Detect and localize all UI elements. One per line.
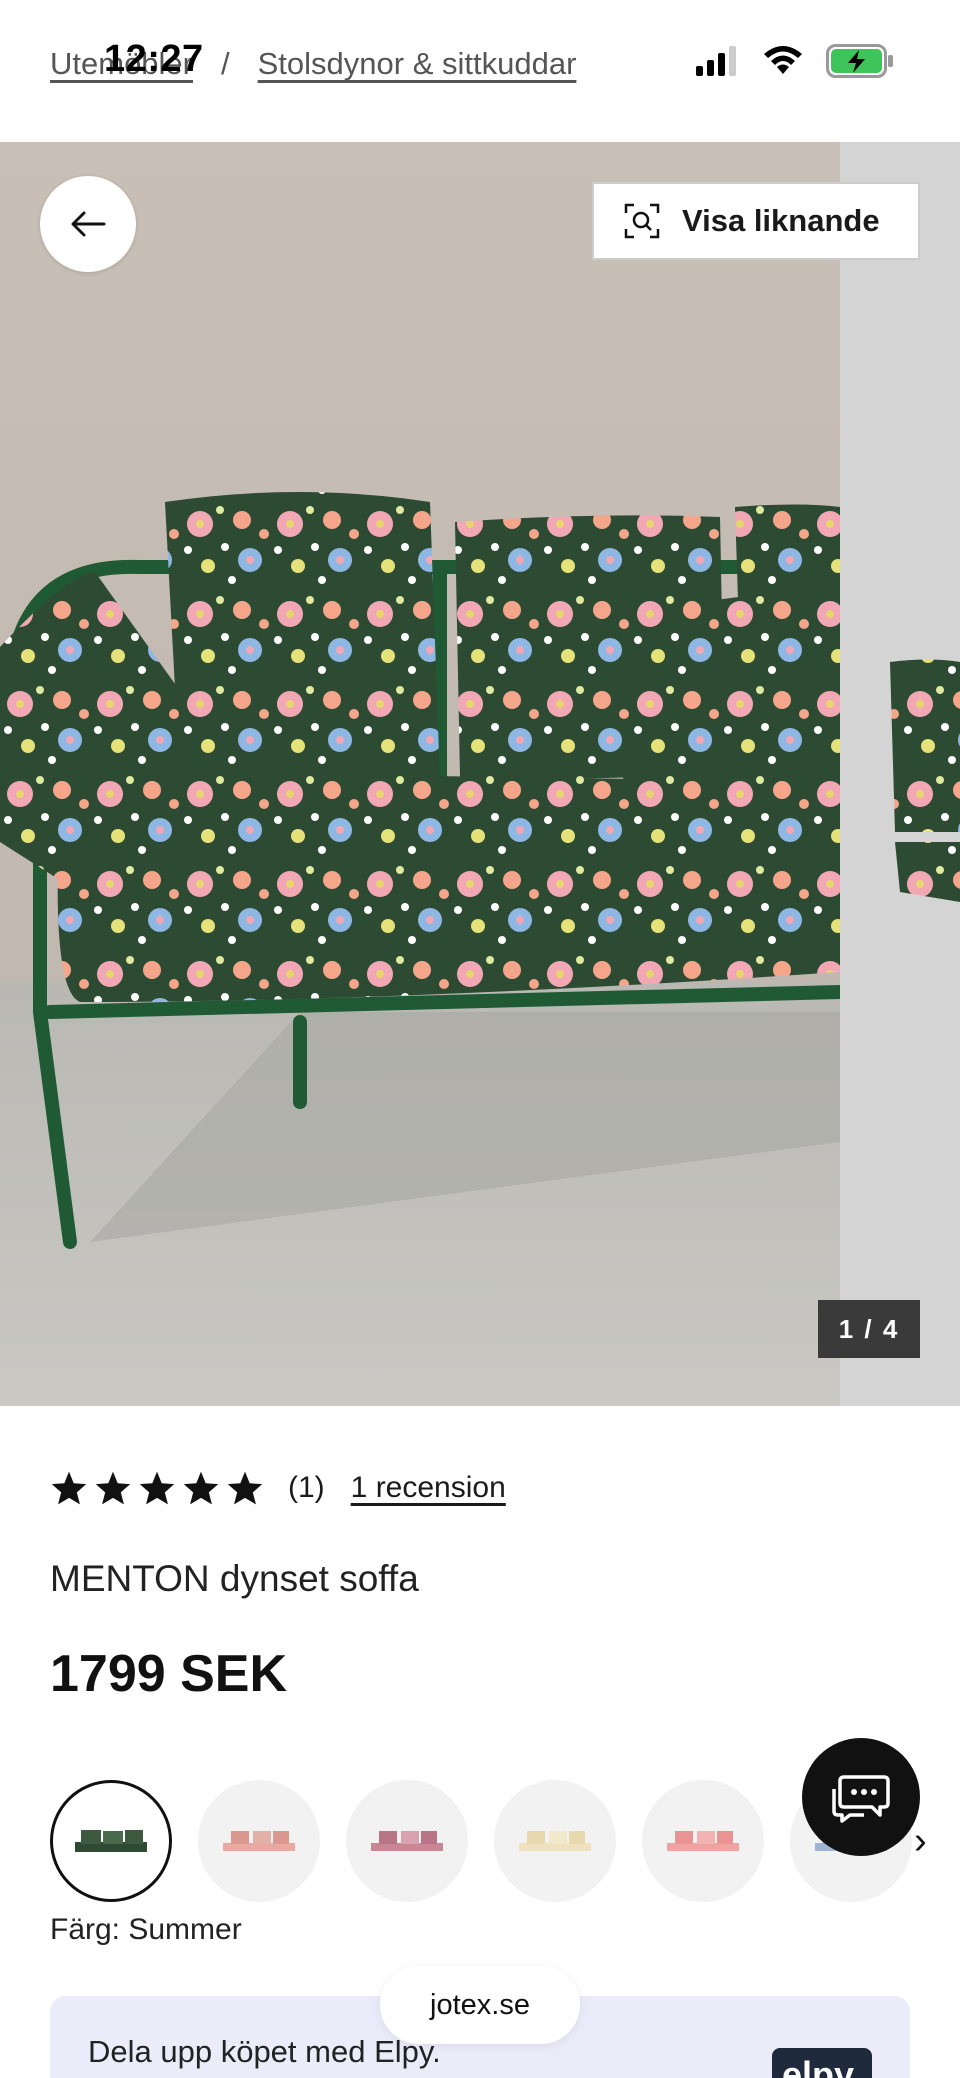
swatch-thumbnail (371, 1831, 443, 1851)
product-photo (0, 142, 960, 1406)
swatch-thumbnail (75, 1830, 147, 1852)
battery-charging-icon (826, 44, 893, 78)
visual-search-icon (624, 203, 660, 239)
rating-row: (1) 1 recension (50, 1470, 506, 1506)
star-icon (183, 1471, 219, 1505)
product-image-gallery[interactable]: Visa liknande 1 / 4 (0, 142, 960, 1406)
chat-button[interactable] (802, 1738, 920, 1856)
reviews-link[interactable]: 1 recension (351, 1471, 506, 1505)
status-icons (694, 44, 894, 78)
product-price: 1799 SEK (50, 1645, 288, 1703)
swatch-thumbnail (519, 1831, 591, 1851)
payment-banner-text: Dela upp köpet med Elpy. (88, 2034, 441, 2069)
rating-count: (1) (288, 1471, 325, 1504)
image-counter: 1 / 4 (818, 1300, 920, 1358)
arrow-left-icon (71, 211, 106, 237)
breadcrumb-separator: / (221, 46, 230, 81)
top-bar: Utemöbler / Stolsdynor & sittkuddar 12:2… (0, 0, 960, 142)
star-icon (227, 1471, 263, 1505)
star-icon (51, 1471, 87, 1505)
signal-icon (696, 46, 736, 76)
color-swatches (50, 1780, 912, 1902)
star-icon (139, 1471, 175, 1505)
visa-liknande-button[interactable]: Visa liknande (592, 182, 920, 260)
swatch-pink-3[interactable] (642, 1780, 764, 1902)
swatch-thumbnail (667, 1831, 739, 1851)
browser-url-bar[interactable]: jotex.se (380, 1966, 580, 2044)
wifi-icon (764, 46, 802, 74)
swatch-summer[interactable] (50, 1780, 172, 1902)
selected-color-label: Färg: Summer (50, 1913, 242, 1946)
chevron-right-icon[interactable]: › (914, 1820, 927, 1863)
back-button[interactable] (40, 176, 136, 272)
visa-liknande-label: Visa liknande (682, 203, 880, 238)
status-time: 12:27 (104, 38, 204, 80)
swatch-cream[interactable] (494, 1780, 616, 1902)
swatch-pink-1[interactable] (198, 1780, 320, 1902)
breadcrumb-item-stolsdynor[interactable]: Stolsdynor & sittkuddar (258, 46, 577, 82)
elpy-logo: elpy (772, 2048, 872, 2078)
swatch-pink-2[interactable] (346, 1780, 468, 1902)
rating-stars[interactable] (50, 1470, 264, 1506)
product-title: MENTON dynset soffa (50, 1558, 419, 1599)
chat-icon (832, 1775, 890, 1823)
swatch-thumbnail (223, 1831, 295, 1851)
star-icon (95, 1471, 131, 1505)
